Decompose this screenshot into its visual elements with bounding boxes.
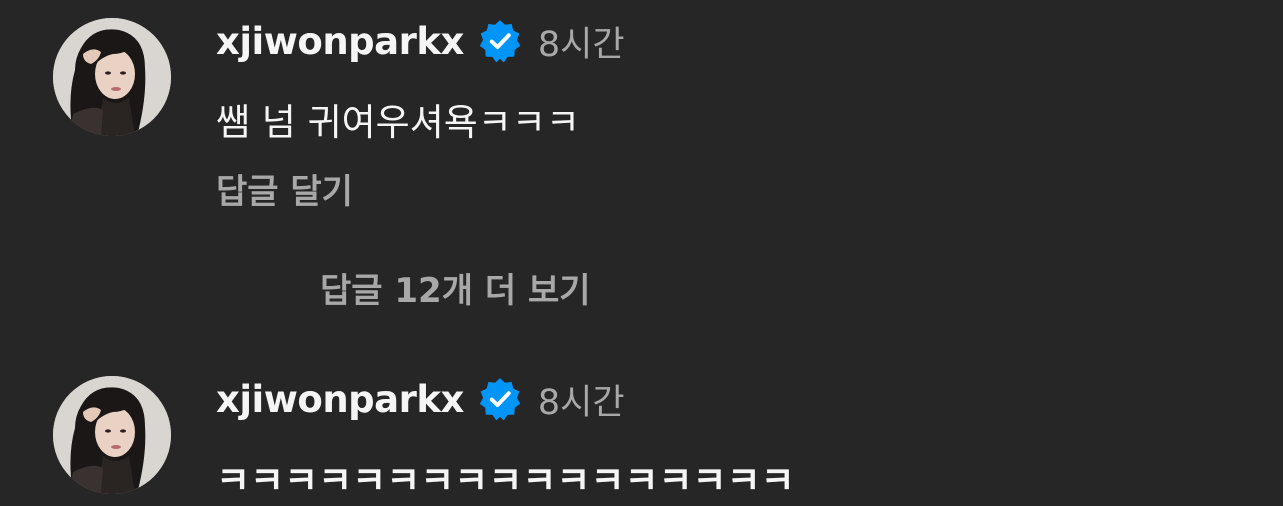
verified-badge-icon: [478, 377, 522, 421]
comment-text: 쌤 넘 귀여우셔욕ㅋㅋㅋ: [216, 101, 580, 144]
view-more-replies-button[interactable]: 답글 12개 더 보기: [320, 263, 591, 312]
comment-text: ㅋㅋㅋㅋㅋㅋㅋㅋㅋㅋㅋㅋㅋㅋㅋㅋㅋ: [216, 459, 795, 502]
avatar[interactable]: [53, 18, 171, 136]
verified-badge-icon: [478, 19, 522, 63]
comment-timestamp: 8시간: [537, 382, 625, 423]
comment-timestamp: 8시간: [537, 24, 625, 65]
avatar[interactable]: [53, 376, 171, 494]
avatar-image: [53, 376, 171, 494]
comment-header: xjiwonparkx 8시간: [216, 16, 625, 66]
avatar-image: [53, 18, 171, 136]
username-link[interactable]: xjiwonparkx: [216, 378, 464, 421]
username-link[interactable]: xjiwonparkx: [216, 20, 464, 63]
reply-button[interactable]: 답글 달기: [216, 164, 353, 213]
comment-header: xjiwonparkx 8시간: [216, 374, 625, 424]
